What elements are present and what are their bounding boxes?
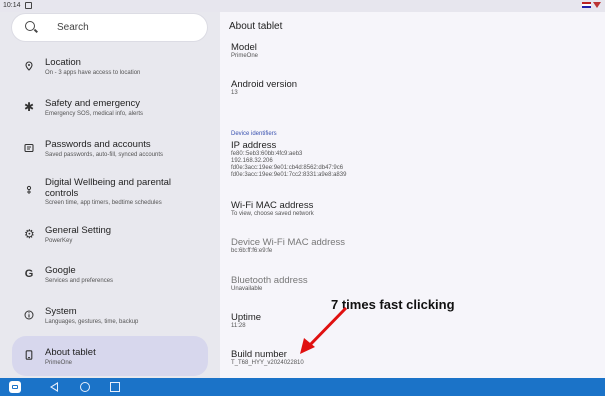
asterisk-icon: ✱: [24, 100, 35, 114]
pref-summary: Unavailable: [231, 286, 263, 292]
sidebar-item-system[interactable]: System Languages, gestures, time, backup: [12, 305, 208, 335]
sidebar-item-title: General Setting: [45, 225, 112, 236]
pref-title: Device Wi-Fi MAC address: [231, 237, 346, 248]
pref-uptime[interactable]: Uptime 11:28: [231, 312, 591, 330]
sidebar-item-about-tablet[interactable]: About tablet PrimeOne: [12, 336, 208, 376]
status-time: 10:14: [3, 2, 21, 9]
pref-summary: fe80::5eb3:60bb:4fc9:aeb3 192.168.32.206…: [231, 151, 347, 178]
sidebar-item-title: Passwords and accounts: [45, 139, 151, 150]
sidebar-item-title: System: [45, 306, 77, 317]
pref-android-version[interactable]: Android version 13: [231, 79, 591, 97]
sidebar-item-title: Google: [45, 265, 76, 276]
back-icon[interactable]: [50, 382, 58, 392]
location-pin-icon: [24, 61, 34, 71]
info-icon: [24, 310, 34, 320]
pref-summary: 13: [231, 90, 238, 96]
account-card-icon: [24, 143, 34, 153]
pref-title: Bluetooth address: [231, 275, 308, 286]
sidebar-item-subtitle: Screen time, app timers, bedtime schedul…: [45, 200, 162, 206]
sidebar-item-subtitle: Emergency SOS, medical info, alerts: [45, 111, 144, 117]
search-bar[interactable]: Search: [12, 14, 207, 41]
navigation-bar: [0, 378, 605, 396]
sidebar-item-subtitle: PrimeOne: [45, 360, 73, 366]
status-bar: 10:14: [0, 0, 605, 12]
pref-model[interactable]: Model PrimeOne: [231, 42, 591, 60]
sidebar-item-passwords[interactable]: Passwords and accounts Saved passwords, …: [12, 138, 208, 170]
wifi-icon: [593, 2, 601, 8]
pref-title: IP address: [231, 140, 277, 151]
sidebar-item-safety[interactable]: ✱ Safety and emergency Emergency SOS, me…: [12, 97, 208, 129]
category-device-identifiers: Device identifiers: [231, 131, 277, 137]
sidebar-item-general-setting[interactable]: ⚙ General Setting PowerKey: [12, 224, 208, 254]
sidebar-item-title: Location: [45, 57, 81, 68]
sidebar-item-title: Digital Wellbeing and parental controls: [45, 177, 172, 199]
pref-device-wifi-mac[interactable]: Device Wi-Fi MAC address bc:6b:ff:f6:e9:…: [231, 237, 591, 255]
sidebar-item-title: Safety and emergency: [45, 98, 141, 109]
tablet-icon: [24, 350, 34, 360]
detail-pane: About tablet Model PrimeOne Android vers…: [220, 12, 605, 378]
pref-summary: T_T68_HYY_v2024022810: [231, 360, 304, 366]
pref-wifi-mac[interactable]: Wi-Fi MAC address To view, choose saved …: [231, 200, 591, 218]
pref-summary: bc:6b:ff:f6:e9:fe: [231, 248, 273, 254]
pref-summary: PrimeOne: [231, 53, 259, 59]
pref-title: Build number: [231, 349, 287, 360]
sidebar-item-subtitle: Services and preferences: [45, 278, 114, 284]
pref-build-number[interactable]: Build number T_T68_HYY_v2024022810: [231, 349, 591, 367]
pref-title: Model: [231, 42, 257, 53]
flag-icon: [582, 2, 591, 8]
sidebar-item-subtitle: On - 3 apps have access to location: [45, 70, 141, 76]
pref-title: Wi-Fi MAC address: [231, 200, 314, 211]
page-title: About tablet: [229, 21, 283, 32]
sidebar-item-subtitle: PowerKey: [45, 238, 73, 244]
sidebar-item-subtitle: Languages, gestures, time, backup: [45, 319, 139, 325]
pref-bluetooth-address[interactable]: Bluetooth address Unavailable: [231, 275, 591, 293]
sidebar-item-subtitle: Saved passwords, auto-fill, synced accou…: [45, 152, 164, 158]
home-icon[interactable]: [80, 382, 90, 392]
pref-summary: To view, choose saved network: [231, 211, 314, 217]
annotation-arrow-icon: [300, 306, 348, 354]
gear-icon: ⚙: [24, 227, 35, 241]
sidebar-item-digital-wellbeing[interactable]: Digital Wellbeing and parental controls …: [12, 176, 208, 218]
google-g-icon: G: [24, 268, 34, 280]
wellbeing-icon: [24, 185, 34, 195]
app-switcher-icon[interactable]: [9, 381, 21, 393]
pref-summary: 11:28: [231, 323, 246, 329]
status-icons: [582, 2, 601, 8]
pref-title: Android version: [231, 79, 298, 90]
pref-ip-address[interactable]: IP address fe80::5eb3:60bb:4fc9:aeb3 192…: [231, 140, 591, 179]
sidebar-item-title: About tablet: [45, 347, 96, 358]
search-label: Search: [57, 22, 89, 33]
settings-sidebar: Search Location On - 3 apps have access …: [0, 12, 220, 378]
sidebar-item-google[interactable]: G Google Services and preferences: [12, 264, 208, 294]
recents-icon[interactable]: [110, 382, 120, 392]
sidebar-item-location[interactable]: Location On - 3 apps have access to loca…: [12, 56, 208, 88]
pref-title: Uptime: [231, 312, 262, 323]
notification-icon: [25, 2, 32, 9]
search-icon: [25, 21, 35, 31]
